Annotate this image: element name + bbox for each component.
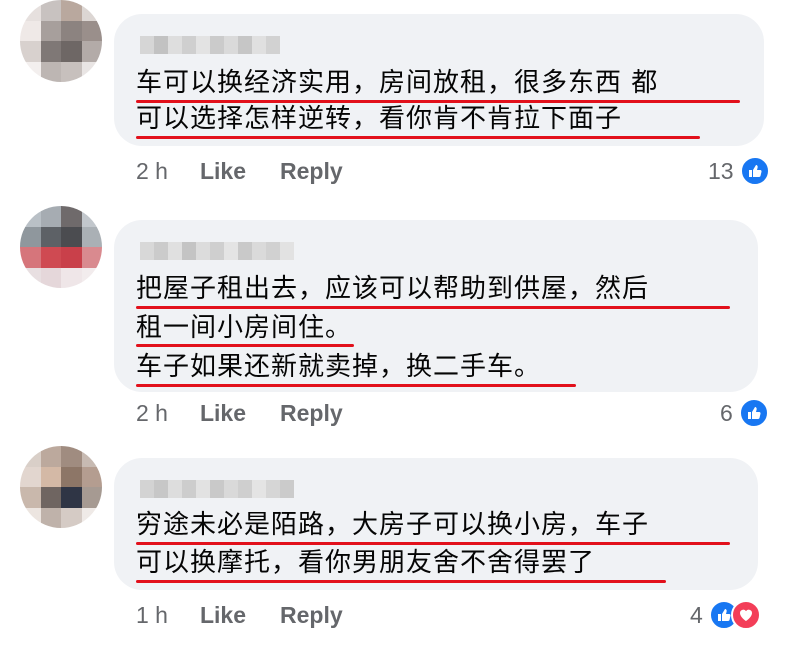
reaction-summary[interactable]: 6 (720, 395, 769, 431)
comment-text-line: 可以换摩托，看你男朋友舍不舍得罢了 (136, 548, 596, 578)
comment-actions: 1 h Like Reply (136, 600, 377, 630)
love-icon (730, 600, 761, 630)
reaction-count: 13 (708, 157, 734, 184)
blurred-author-name[interactable] (140, 480, 294, 498)
comment-bubble: 穷途未必是陌路，大房子可以换小房，车子 可以换摩托，看你男朋友舍不舍得罢了 (114, 458, 758, 590)
comment-text-line: 租一间小房间住。 (136, 313, 353, 343)
timestamp[interactable]: 1 h (136, 602, 168, 629)
reply-button[interactable]: Reply (280, 602, 343, 629)
timestamp[interactable]: 2 h (136, 158, 168, 185)
reaction-summary[interactable]: 13 (708, 153, 770, 189)
red-underline (136, 344, 354, 347)
red-underline (136, 384, 576, 387)
red-underline (136, 542, 730, 545)
like-button[interactable]: Like (200, 400, 246, 427)
comment-bubble: 把屋子租出去，应该可以帮助到供屋，然后 租一间小房间住。 车子如果还新就卖掉，换… (114, 220, 758, 392)
comment-text-line: 车可以换经济实用，房间放租，很多东西 都 (136, 68, 659, 98)
blurred-author-name[interactable] (140, 36, 280, 54)
reply-button[interactable]: Reply (280, 400, 343, 427)
like-icon (739, 156, 770, 186)
comment-text-line: 车子如果还新就卖掉，换二手车。 (136, 352, 542, 382)
comment-actions: 2 h Like Reply (136, 156, 377, 186)
like-icon (738, 398, 769, 428)
avatar[interactable] (20, 0, 102, 82)
blurred-author-name[interactable] (140, 242, 294, 260)
comment-bubble: 车可以换经济实用，房间放租，很多东西 都 可以选择怎样逆转，看你肯不肯拉下面子 (114, 14, 764, 146)
red-underline (136, 580, 666, 583)
reaction-count: 4 (690, 601, 703, 628)
red-underline (136, 136, 700, 139)
red-underline (136, 306, 730, 309)
comment-actions: 2 h Like Reply (136, 398, 377, 428)
reaction-summary[interactable]: 4 (690, 597, 761, 633)
avatar[interactable] (20, 446, 102, 528)
reply-button[interactable]: Reply (280, 158, 343, 185)
comment-text-line: 穷途未必是陌路，大房子可以换小房，车子 (136, 510, 650, 540)
comment-text-line: 把屋子租出去，应该可以帮助到供屋，然后 (136, 274, 650, 304)
reaction-count: 6 (720, 399, 733, 426)
comment-text-line: 可以选择怎样逆转，看你肯不肯拉下面子 (136, 104, 623, 134)
like-button[interactable]: Like (200, 158, 246, 185)
timestamp[interactable]: 2 h (136, 400, 168, 427)
avatar[interactable] (20, 206, 102, 288)
like-button[interactable]: Like (200, 602, 246, 629)
